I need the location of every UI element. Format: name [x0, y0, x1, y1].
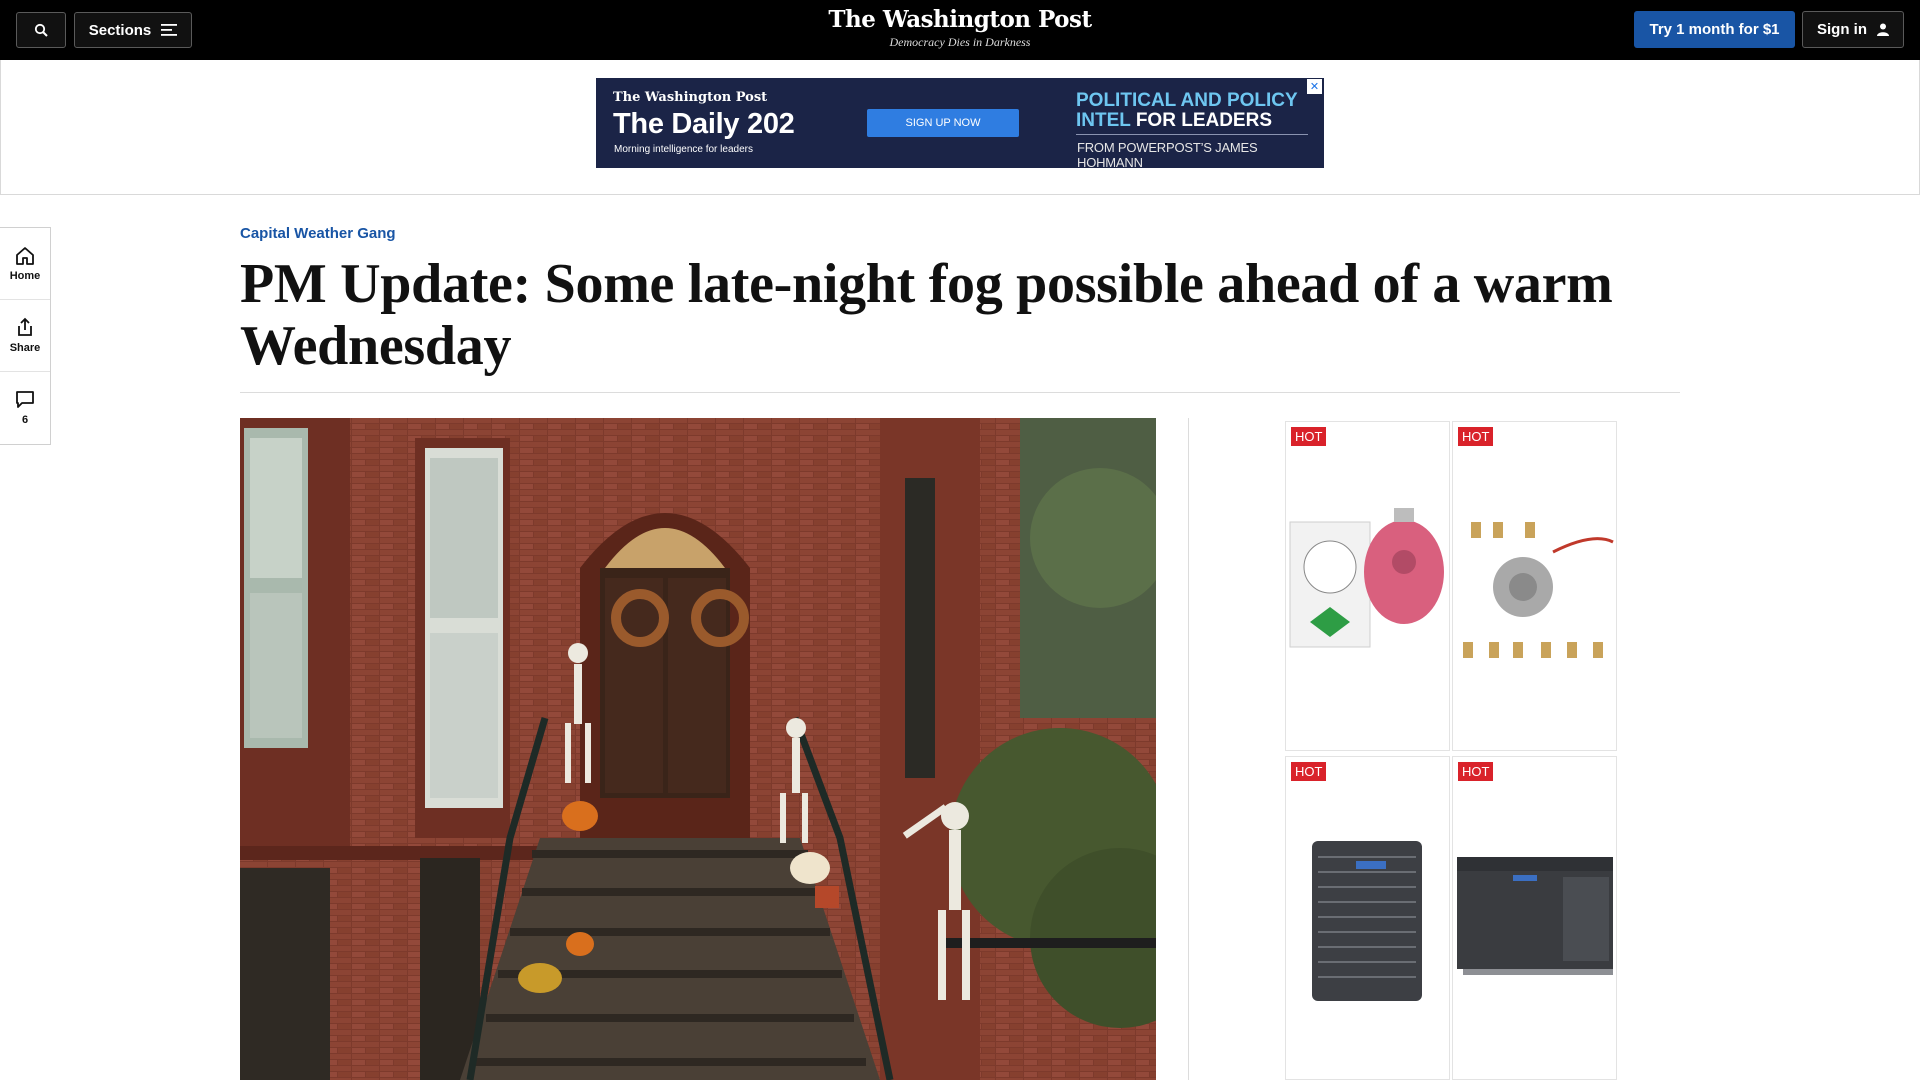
refrigerant-tank-image — [1289, 508, 1444, 648]
top-nav-bar: Sections The Washington Post Democracy D… — [0, 0, 1920, 60]
comment-icon — [16, 391, 34, 408]
ad-card-package-unit[interactable]: HOT — [1452, 756, 1617, 1080]
rail-home[interactable]: Home — [0, 228, 50, 300]
side-ad-grid: HOT HOT HOT HOT — [1285, 419, 1617, 1080]
site-logo[interactable]: The Washington Post Democracy Dies in Da… — [810, 5, 1110, 49]
ac-condenser-image — [1312, 841, 1422, 1001]
subscribe-button[interactable]: Try 1 month for $1 — [1634, 11, 1795, 48]
home-icon — [16, 246, 34, 265]
logo-text: The Washington Post — [828, 6, 1092, 33]
ad-subtitle: Morning intelligence for leaders — [614, 144, 753, 155]
rail-home-label: Home — [9, 269, 41, 282]
column-divider — [1188, 418, 1189, 1080]
article-headline: PM Update: Some late-night fog possible … — [240, 253, 1613, 377]
ad-title: The Daily 202 — [613, 108, 795, 140]
sign-in-button[interactable]: Sign in — [1802, 11, 1904, 48]
ad-from: FROM POWERPOST’S JAMES HOHMANN — [1077, 140, 1258, 168]
ad-headline-line2: INTEL FOR LEADERS — [1076, 111, 1316, 131]
tagline: Democracy Dies in Darkness — [889, 35, 1031, 49]
sign-in-label: Sign in — [1817, 21, 1867, 38]
ad-headline-rest: FOR LEADERS — [1130, 110, 1272, 131]
comments-count: 6 — [21, 414, 29, 426]
left-rail: Home Share 6 — [0, 227, 51, 445]
package-unit-image — [1457, 857, 1613, 975]
rail-comments[interactable]: 6 — [0, 372, 50, 444]
ad-card-ac-condenser[interactable]: HOT — [1285, 756, 1450, 1080]
ad-headline: POLITICAL AND POLICY INTEL FOR LEADERS — [1076, 91, 1316, 131]
ad-headline-line1: POLITICAL AND POLICY — [1076, 90, 1298, 111]
rail-share[interactable]: Share — [0, 300, 50, 372]
hero-illustration — [240, 418, 1156, 1080]
sections-button[interactable]: Sections — [74, 12, 192, 48]
headline-divider — [240, 392, 1680, 393]
sections-label: Sections — [88, 21, 152, 39]
hero-image[interactable] — [240, 418, 1156, 1080]
daily-202-ad[interactable]: The Washington Post The Daily 202 Mornin… — [596, 78, 1324, 168]
section-kicker[interactable]: Capital Weather Gang — [240, 225, 396, 242]
ad-headline-accent: INTEL — [1076, 110, 1131, 131]
search-button[interactable] — [16, 12, 66, 48]
gas-valve-image — [1463, 522, 1614, 658]
ad-card-gas-valve[interactable]: HOT — [1452, 421, 1617, 751]
ad-rule — [1076, 134, 1308, 135]
ad-card-refrigerant[interactable]: HOT — [1285, 421, 1450, 751]
menu-icon — [161, 24, 178, 36]
share-icon — [18, 317, 32, 336]
close-icon[interactable]: ✕ — [1307, 79, 1322, 94]
ad-brand: The Washington Post — [613, 90, 768, 105]
rail-share-label: Share — [9, 342, 41, 354]
user-icon — [1877, 23, 1889, 36]
ad-signup-button[interactable]: SIGN UP NOW — [867, 109, 1019, 137]
search-icon — [34, 23, 48, 37]
